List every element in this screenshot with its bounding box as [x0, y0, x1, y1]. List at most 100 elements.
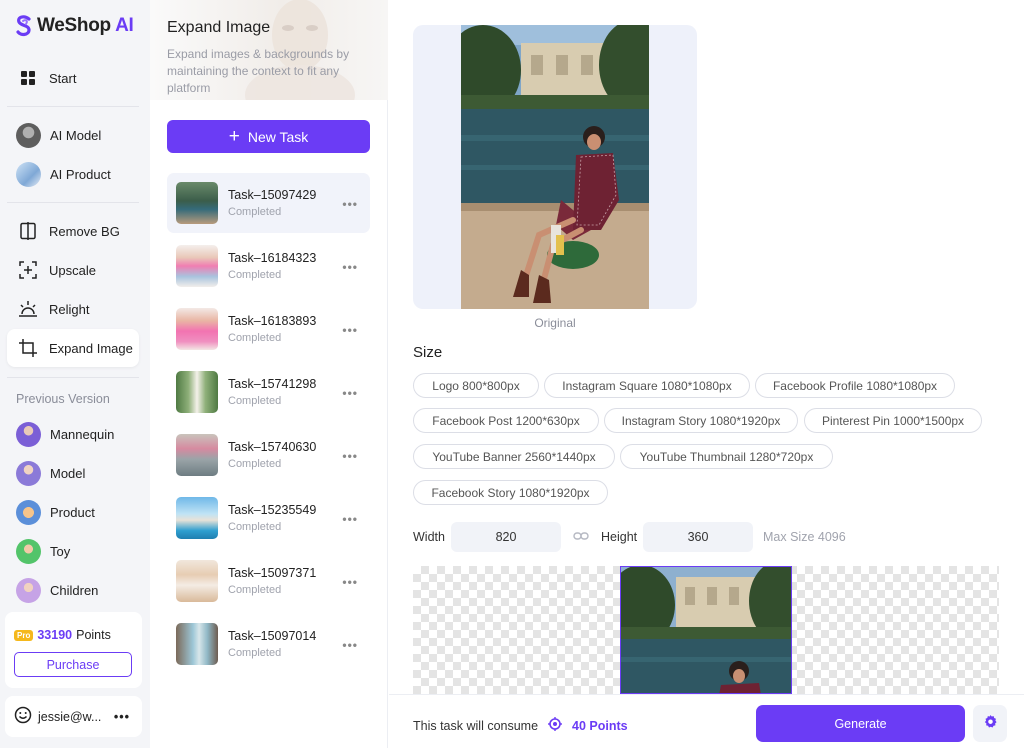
- points-balance: Pro 33190 Points: [14, 628, 111, 642]
- task-thumbnail: [176, 245, 218, 287]
- more-icon[interactable]: •••: [342, 323, 358, 337]
- brand-logo[interactable]: WeShop AI: [14, 15, 134, 37]
- upscale-icon: [16, 258, 40, 282]
- left-sidebar: WeShop AI Start AI Model AI Product Remo…: [0, 0, 150, 748]
- original-image-card: [413, 25, 697, 309]
- gear-icon: [983, 714, 998, 734]
- purchase-button[interactable]: Purchase: [14, 652, 132, 677]
- canvas-image[interactable]: [620, 566, 792, 694]
- main-panel: Original Size Logo 800*800px Instagram S…: [389, 0, 1024, 748]
- nav-ai-product-label: AI Product: [50, 166, 111, 182]
- smile-icon: [14, 706, 32, 727]
- nav-relight[interactable]: Relight: [7, 290, 139, 328]
- nav-product-label: Product: [50, 504, 95, 520]
- nav-remove-bg[interactable]: Remove BG: [7, 212, 139, 250]
- previous-version-label: Previous Version: [16, 392, 110, 406]
- task-item[interactable]: Task–16184323 Completed •••: [167, 236, 370, 296]
- nav-children[interactable]: Children: [7, 571, 139, 609]
- user-email: jessie@w...: [38, 709, 102, 724]
- weshop-logo-icon: [16, 15, 31, 37]
- remove-bg-icon: [16, 219, 40, 243]
- task-status: Completed: [228, 647, 282, 659]
- preset-chip[interactable]: Instagram Story 1080*1920px: [604, 408, 798, 433]
- preset-chip[interactable]: Pinterest Pin 1000*1500px: [804, 408, 982, 433]
- points-unit: Points: [76, 628, 111, 642]
- nav-divider: [7, 202, 139, 203]
- nav-start[interactable]: Start: [7, 59, 139, 97]
- task-status: Completed: [228, 458, 282, 470]
- task-item[interactable]: Task–16183893 Completed •••: [167, 299, 370, 359]
- preset-chip[interactable]: Facebook Story 1080*1920px: [413, 480, 608, 505]
- task-name: Task–15740630: [228, 440, 317, 454]
- generate-button[interactable]: Generate: [756, 705, 965, 742]
- relight-icon: [16, 297, 40, 321]
- task-name: Task–16183893: [228, 314, 317, 328]
- crop-icon: [16, 336, 40, 360]
- task-name: Task–15741298: [228, 377, 317, 391]
- size-title: Size: [413, 344, 443, 361]
- points-coin-icon: [548, 717, 563, 734]
- max-size-note: Max Size 4096: [763, 530, 846, 544]
- ai-model-avatar: [16, 122, 41, 148]
- task-thumbnail: [176, 434, 218, 476]
- nav-children-label: Children: [50, 582, 99, 598]
- more-icon[interactable]: •••: [342, 197, 358, 211]
- more-icon[interactable]: •••: [342, 512, 358, 526]
- nav-upscale-label: Upscale: [49, 262, 96, 278]
- brand-name: WeShop AI: [37, 15, 134, 36]
- task-item[interactable]: Task–15097014 Completed •••: [167, 614, 370, 674]
- nav-toy[interactable]: Toy: [7, 532, 139, 570]
- preset-chip[interactable]: Facebook Profile 1080*1080px: [755, 373, 955, 398]
- nav-divider: [7, 377, 139, 378]
- nav-toy-label: Toy: [50, 543, 71, 559]
- task-thumbnail: [176, 371, 218, 413]
- consume-info: This task will consume 40 Points: [413, 717, 628, 734]
- preset-chip[interactable]: Facebook Post 1200*630px: [413, 408, 599, 433]
- task-thumbnail: [176, 560, 218, 602]
- more-icon[interactable]: •••: [342, 575, 358, 589]
- original-label: Original: [534, 316, 576, 330]
- model-avatar: [16, 460, 41, 486]
- task-thumbnail: [176, 623, 218, 665]
- toy-avatar: [16, 538, 41, 564]
- preset-chip[interactable]: YouTube Banner 2560*1440px: [413, 444, 615, 469]
- consume-points: 40 Points: [572, 718, 628, 733]
- nav-ai-product[interactable]: AI Product: [7, 155, 139, 193]
- nav-model[interactable]: Model: [7, 454, 139, 492]
- more-icon[interactable]: •••: [342, 386, 358, 400]
- nav-upscale[interactable]: Upscale: [7, 251, 139, 289]
- width-input[interactable]: 820: [451, 522, 561, 552]
- preset-chip[interactable]: Instagram Square 1080*1080px: [544, 373, 750, 398]
- nav-ai-model[interactable]: AI Model: [7, 116, 139, 154]
- user-menu-more-icon[interactable]: •••: [114, 710, 130, 724]
- nav-remove-bg-label: Remove BG: [49, 223, 120, 239]
- new-task-label: New Task: [247, 128, 309, 145]
- task-item[interactable]: Task–15235549 Completed •••: [167, 488, 370, 548]
- task-item[interactable]: Task–15740630 Completed •••: [167, 425, 370, 485]
- plus-icon: +: [228, 126, 240, 147]
- task-item[interactable]: Task–15097371 Completed •••: [167, 551, 370, 611]
- task-item[interactable]: Task–15741298 Completed •••: [167, 362, 370, 422]
- preset-chip[interactable]: Logo 800*800px: [413, 373, 539, 398]
- more-icon[interactable]: •••: [342, 449, 358, 463]
- children-avatar: [16, 577, 41, 603]
- height-input[interactable]: 360: [643, 522, 753, 552]
- nav-mannequin[interactable]: Mannequin: [7, 415, 139, 453]
- settings-button[interactable]: [973, 705, 1007, 742]
- width-label: Width: [413, 530, 445, 544]
- task-status: Completed: [228, 269, 282, 281]
- user-account[interactable]: jessie@w... •••: [5, 696, 142, 737]
- nav-model-label: Model: [50, 465, 86, 481]
- expand-canvas[interactable]: [413, 566, 999, 694]
- nav-expand-image[interactable]: Expand Image: [7, 329, 139, 367]
- nav-divider: [7, 106, 139, 107]
- nav-product[interactable]: Product: [7, 493, 139, 531]
- preset-chip[interactable]: YouTube Thumbnail 1280*720px: [620, 444, 833, 469]
- task-item[interactable]: Task–15097429 Completed •••: [167, 173, 370, 233]
- more-icon[interactable]: •••: [342, 638, 358, 652]
- pro-badge: Pro: [14, 629, 34, 641]
- link-icon[interactable]: [573, 529, 589, 548]
- task-status: Completed: [228, 332, 282, 344]
- new-task-button[interactable]: + New Task: [167, 120, 370, 153]
- more-icon[interactable]: •••: [342, 260, 358, 274]
